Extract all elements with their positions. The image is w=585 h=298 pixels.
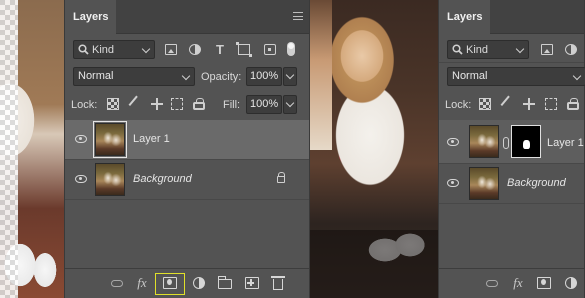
layer-thumbnail[interactable] xyxy=(93,121,127,158)
filter-adjustment-icon[interactable] xyxy=(565,44,577,55)
blend-mode-value: Normal xyxy=(452,70,488,82)
fx-icon[interactable]: fx xyxy=(135,276,149,289)
blend-row: Normal Opacity: 100% xyxy=(65,62,309,90)
lock-position-icon[interactable] xyxy=(523,98,535,110)
lock-all-icon[interactable] xyxy=(567,98,579,110)
opacity-label: Opacity: xyxy=(201,71,242,83)
layer-name[interactable]: Layer 1 xyxy=(547,137,584,149)
lock-transparent-icon[interactable] xyxy=(107,98,119,110)
lock-label: Lock: xyxy=(71,99,98,111)
layers-panel-right: Layers Kind Normal Lock: Layer 1 Backgro… xyxy=(438,0,585,298)
blend-row: Normal xyxy=(439,62,585,90)
filter-kind-label: Kind xyxy=(92,43,115,56)
panel-footer: fx xyxy=(65,268,309,298)
layer-row-background[interactable]: Background xyxy=(65,160,309,200)
photo-person-man xyxy=(310,0,332,150)
lock-all-icon[interactable] xyxy=(193,98,205,110)
canvas-photo-left xyxy=(0,0,64,298)
filter-smart-object-icon[interactable] xyxy=(264,44,276,55)
filter-type-icon[interactable]: T xyxy=(214,43,226,56)
adjustment-layer-icon[interactable] xyxy=(193,277,205,289)
filter-pixel-icon[interactable] xyxy=(165,44,177,55)
blend-mode-dropdown[interactable]: Normal xyxy=(73,67,195,86)
filter-pixel-icon[interactable] xyxy=(541,44,553,55)
layer-mask-thumbnail[interactable] xyxy=(511,125,541,158)
layer-list: Layer 1 Background xyxy=(65,120,309,200)
trash-icon[interactable] xyxy=(271,276,285,290)
add-mask-icon xyxy=(163,277,177,289)
link-layers-icon[interactable] xyxy=(111,280,123,287)
panel-tab-bar: Layers xyxy=(65,0,309,34)
lock-transparent-icon[interactable] xyxy=(479,98,491,110)
chevron-down-icon xyxy=(141,44,151,54)
opacity-field[interactable]: 100% xyxy=(246,67,282,86)
photo-shadow xyxy=(310,230,438,298)
visibility-eye-icon[interactable] xyxy=(447,138,459,146)
filter-shape-icon[interactable] xyxy=(236,42,252,57)
fill-label: Fill: xyxy=(223,99,241,111)
layers-panel-left: Layers Kind T Normal Opacity: 100% Lock:… xyxy=(64,0,310,298)
layer-row-layer-1[interactable]: Layer 1 xyxy=(439,120,584,164)
layer-name[interactable]: Layer 1 xyxy=(133,133,170,145)
blend-mode-value: Normal xyxy=(78,70,114,82)
transparency-checkerboard xyxy=(0,0,18,298)
adjustment-layer-icon[interactable] xyxy=(565,277,577,289)
filter-toggle-switch[interactable] xyxy=(287,42,295,56)
blend-mode-dropdown[interactable]: Normal xyxy=(447,67,585,86)
lock-image-pixels-icon[interactable] xyxy=(128,95,146,113)
layer-lock-icon[interactable] xyxy=(277,172,285,183)
lock-row: Lock: Fill: 100% xyxy=(65,90,309,118)
fill-field[interactable]: 100% xyxy=(246,95,282,114)
lock-artboard-icon[interactable] xyxy=(171,98,183,110)
layer-row-layer-1[interactable]: Layer 1 xyxy=(65,120,309,160)
search-icon xyxy=(452,44,463,55)
chevron-down-icon xyxy=(572,71,582,81)
filter-row: Kind xyxy=(439,34,584,62)
filter-kind-dropdown[interactable]: Kind xyxy=(73,40,155,59)
visibility-eye-icon[interactable] xyxy=(447,179,459,187)
layer-name[interactable]: Background xyxy=(133,173,192,185)
chevron-down-icon xyxy=(285,98,295,108)
chevron-down-icon xyxy=(515,44,525,54)
new-group-folder-icon[interactable] xyxy=(218,276,232,289)
layer-list: Layer 1 Background xyxy=(439,120,584,204)
visibility-eye-icon[interactable] xyxy=(75,135,87,143)
chevron-down-icon xyxy=(285,70,295,80)
layer-thumbnail[interactable] xyxy=(469,167,499,200)
fx-icon[interactable]: fx xyxy=(511,276,525,289)
visibility-eye-icon[interactable] xyxy=(75,175,87,183)
search-icon xyxy=(78,44,89,55)
panel-footer: fx xyxy=(439,268,584,298)
mask-link-chain-icon[interactable] xyxy=(503,137,509,149)
filter-kind-dropdown[interactable]: Kind xyxy=(447,40,529,59)
chevron-down-icon xyxy=(181,71,191,81)
panel-menu-icon[interactable] xyxy=(293,12,303,20)
tab-layers[interactable]: Layers xyxy=(65,0,117,34)
fill-dropdown-button[interactable] xyxy=(283,95,297,114)
lock-row: Lock: xyxy=(439,90,584,118)
lock-label: Lock: xyxy=(445,99,472,111)
layer-thumbnail[interactable] xyxy=(469,125,499,158)
lock-position-icon[interactable] xyxy=(151,98,163,110)
new-layer-icon[interactable] xyxy=(245,277,259,289)
panel-tab-bar: Layers xyxy=(439,0,584,34)
tab-layers[interactable]: Layers xyxy=(439,0,491,34)
layer-thumbnail[interactable] xyxy=(95,163,125,196)
add-mask-icon[interactable] xyxy=(537,277,551,289)
layer-row-background[interactable]: Background xyxy=(439,164,584,204)
divider xyxy=(439,62,584,63)
filter-row: Kind T xyxy=(65,34,309,62)
canvas-photo-middle xyxy=(310,0,438,298)
opacity-dropdown-button[interactable] xyxy=(283,67,297,86)
lock-image-pixels-icon[interactable] xyxy=(500,95,518,113)
filter-adjustment-icon[interactable] xyxy=(189,44,201,55)
lock-artboard-icon[interactable] xyxy=(545,98,557,110)
link-layers-icon[interactable] xyxy=(486,280,498,287)
filter-kind-label: Kind xyxy=(466,43,489,56)
layer-name[interactable]: Background xyxy=(507,177,566,189)
